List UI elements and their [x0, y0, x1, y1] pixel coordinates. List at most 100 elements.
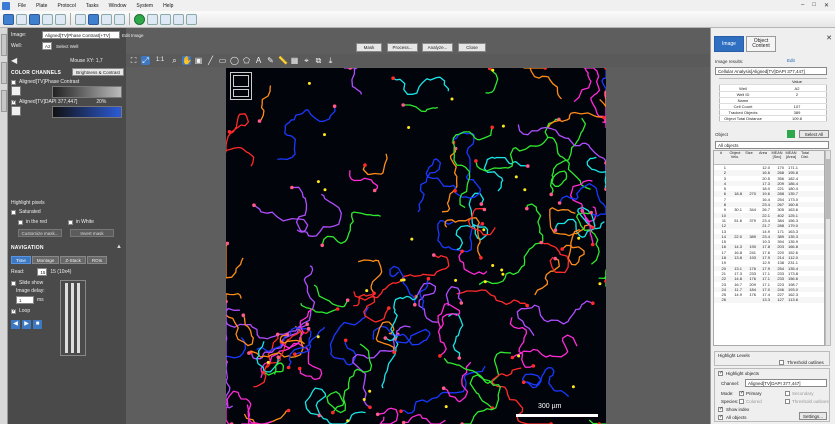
menu-tasks[interactable]: Tasks [81, 3, 104, 9]
edit-image-link[interactable]: Edit Image [122, 33, 144, 38]
object-filter-select[interactable]: All objects [715, 141, 829, 149]
secondary-checkbox[interactable] [785, 391, 790, 396]
analyze-button[interactable]: Analyze... [422, 43, 453, 52]
select-all-button[interactable]: Select All [799, 130, 829, 138]
navigator-box[interactable] [230, 72, 252, 100]
slider-track-2[interactable] [71, 283, 74, 353]
actual-size-button[interactable]: 1:1 [153, 56, 167, 65]
mask-button[interactable]: Mask [356, 43, 382, 52]
crosshair-icon[interactable]: ⌖ [302, 56, 311, 65]
side-tab-2[interactable] [1, 62, 7, 84]
colored-checkbox[interactable] [739, 399, 744, 404]
well-select[interactable]: A2 [42, 42, 52, 50]
stop-icon[interactable]: ■ [33, 320, 42, 329]
tab-image[interactable]: Image [714, 36, 744, 52]
protocol-icon[interactable] [88, 13, 99, 25]
text-icon[interactable]: A [254, 56, 263, 65]
tab-rois[interactable]: ROIs [86, 256, 108, 264]
menu-plate[interactable]: Plate [31, 3, 52, 9]
settings-button[interactable]: Settings... [799, 412, 827, 420]
new-icon[interactable] [3, 13, 14, 25]
print-icon[interactable] [42, 13, 53, 25]
play-icon[interactable] [134, 13, 145, 25]
line-icon[interactable]: ╱ [206, 56, 215, 65]
ruler-icon[interactable]: 📏 [278, 56, 288, 65]
tab-z-stack[interactable]: Z-Stack [60, 256, 86, 264]
save-icon[interactable] [29, 13, 40, 25]
open-icon[interactable] [16, 13, 27, 25]
collapse-arrow-icon[interactable]: ◀ [11, 56, 17, 65]
slide-show-checkbox[interactable] [11, 280, 16, 286]
slider-track-1[interactable] [65, 283, 68, 353]
magnifier-icon[interactable]: ⌕ [170, 56, 179, 65]
primary-checkbox[interactable] [739, 391, 744, 396]
settings-icon[interactable] [160, 13, 171, 25]
panel-close-icon[interactable]: ✕ [826, 34, 832, 42]
loop-checkbox[interactable] [11, 308, 16, 314]
minimize-icon[interactable]: – [801, 2, 804, 9]
all-objects-checkbox[interactable] [718, 415, 723, 420]
channel2-swatch[interactable] [11, 106, 21, 116]
pan-icon[interactable]: ✋ [182, 56, 192, 65]
slider-track-3[interactable] [77, 283, 80, 353]
tab-object-content[interactable]: Object Content [746, 36, 776, 52]
image-select[interactable]: Aligned[TV]Phase Contrast[+TV] [42, 31, 120, 39]
table-row[interactable]: 26 13.3 127 113.6 [714, 297, 824, 303]
maximize-icon[interactable]: □ [812, 2, 816, 9]
channel1-histogram[interactable] [52, 86, 122, 98]
object-table-scrollbar[interactable] [825, 150, 831, 346]
rectangle-icon[interactable]: ▭ [218, 56, 227, 65]
table-icon[interactable] [114, 13, 125, 25]
fit-icon[interactable]: ⛶ [129, 56, 138, 65]
channel1-swatch[interactable] [11, 86, 21, 96]
menu-protocol[interactable]: Protocol [52, 3, 80, 9]
side-tab-1[interactable] [1, 34, 7, 56]
invert-mask-button[interactable]: Invert mask [70, 229, 114, 237]
navigator-viewport[interactable] [233, 75, 249, 87]
menu-window[interactable]: Window [104, 3, 132, 9]
image-delay-input[interactable]: 1 [16, 296, 34, 304]
read-stepper[interactable]: 15 [37, 268, 48, 276]
navigation-collapse-icon[interactable]: ▲ [116, 244, 122, 250]
menu-file[interactable]: File [13, 3, 31, 9]
image-canvas[interactable] [226, 68, 606, 424]
brightness-contrast-button[interactable]: Brightness & Contrast [72, 68, 124, 76]
customize-mask-button[interactable]: Customize mask... [18, 229, 62, 237]
camera-icon[interactable] [186, 13, 197, 25]
channel2-checkbox[interactable] [11, 99, 16, 105]
image-results-select[interactable]: Cellular Analysis[Aligned[TV]DAPI 377,44… [715, 67, 827, 75]
menu-help[interactable]: Help [158, 3, 178, 9]
instrument-icon[interactable] [173, 13, 184, 25]
tab-montage[interactable]: Montage [31, 256, 60, 264]
saturated-checkbox[interactable] [11, 209, 16, 215]
snapshot-icon[interactable]: ▣ [194, 56, 203, 65]
in-the-red-checkbox[interactable] [18, 219, 23, 225]
show-index-checkbox[interactable] [718, 407, 723, 412]
play-back-icon[interactable]: ◀ [11, 320, 20, 329]
zoom-fit-icon[interactable]: ⤢ [141, 56, 150, 65]
in-white-checkbox[interactable] [67, 219, 73, 225]
channel-select[interactable]: Aligned[TV]DAPI 377,447] [745, 379, 827, 387]
object-table[interactable]: # Object Velo. Size Area MEAN [Sec] MEAN… [713, 150, 825, 346]
side-tab-3[interactable] [1, 90, 7, 112]
play-icon[interactable]: ▶ [22, 320, 31, 329]
select-well-link[interactable]: Select Well [56, 44, 78, 49]
read-icon[interactable] [147, 13, 158, 25]
threshold-outlines2-checkbox[interactable] [785, 399, 790, 404]
close-icon[interactable]: ✕ [824, 2, 829, 9]
plate-icon[interactable] [75, 13, 86, 25]
process-button[interactable]: Process... [387, 43, 418, 52]
grid-icon[interactable]: ▦ [290, 56, 299, 65]
pencil-icon[interactable]: ✎ [266, 56, 275, 65]
copy-icon[interactable]: ⧉ [314, 56, 323, 65]
edit-results-link[interactable]: Edit [787, 58, 795, 63]
ellipse-icon[interactable]: ◯ [230, 56, 239, 65]
object-export-icon[interactable] [787, 130, 795, 138]
document-icon[interactable] [101, 13, 112, 25]
close-button[interactable]: Close [458, 43, 486, 52]
channel2-histogram[interactable] [52, 106, 122, 118]
menu-system[interactable]: System [131, 3, 158, 9]
export-image-icon[interactable]: ⤓ [326, 56, 335, 65]
export-icon[interactable] [55, 13, 66, 25]
tab-time[interactable]: Time [11, 256, 31, 264]
